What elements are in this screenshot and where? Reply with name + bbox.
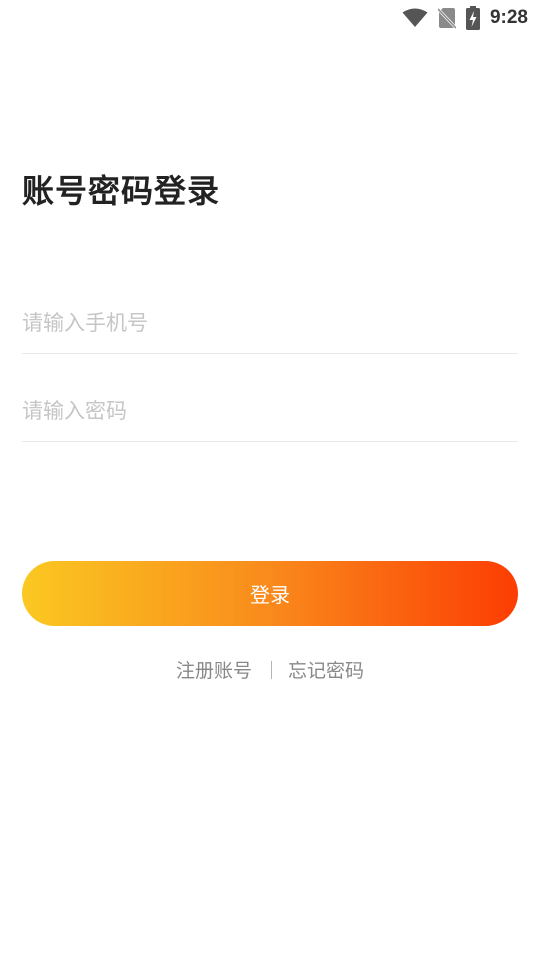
password-input[interactable] [22,382,518,440]
password-field [22,382,518,442]
status-bar: 9:28 [0,0,540,36]
account-links: 注册账号 忘记密码 [0,656,540,683]
page-title: 账号密码登录 [22,172,221,210]
status-time: 9:28 [489,7,528,28]
register-link[interactable]: 注册账号 [176,656,252,683]
no-sim-icon [437,7,456,29]
phone-input[interactable] [22,294,518,352]
link-divider [271,660,272,679]
phone-field [22,294,518,354]
wifi-icon [402,8,428,27]
forgot-password-link[interactable]: 忘记密码 [288,656,364,683]
battery-charging-icon [465,6,480,30]
login-button[interactable]: 登录 [22,561,518,626]
